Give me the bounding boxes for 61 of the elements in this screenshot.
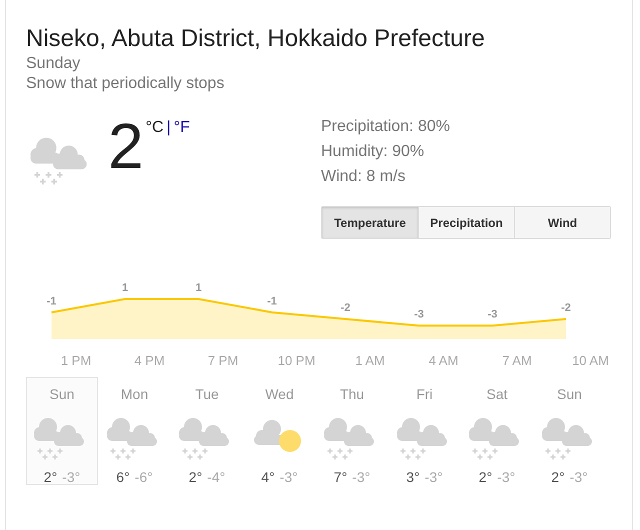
- weather-detail: Wind: 8 m/s: [321, 167, 406, 187]
- day-forecast[interactable]: Wed 4° -3°: [244, 377, 316, 485]
- day-name: Sat: [486, 385, 508, 404]
- temperature-label: 1: [122, 282, 128, 294]
- low-temperature: -4°: [207, 468, 226, 487]
- high-temperature: 7°: [334, 468, 348, 487]
- time-label: 1 PM: [60, 352, 92, 370]
- day-forecast[interactable]: Sun 2° -3°: [534, 377, 606, 485]
- low-temperature: -3°: [497, 468, 516, 487]
- low-temperature: -3°: [352, 468, 370, 487]
- unit-toggle[interactable]: °C: [146, 116, 164, 140]
- temperature-label: 1: [195, 282, 202, 294]
- low-temperature: -3°: [62, 468, 80, 487]
- temperature-value: 2: [108, 114, 144, 178]
- unit-toggle[interactable]: °F: [174, 116, 190, 140]
- day-forecast[interactable]: Tue 2° -4°: [171, 377, 243, 485]
- chart-tab[interactable]: Wind: [514, 207, 610, 238]
- high-temperature: 2°: [478, 468, 492, 487]
- high-temperature: 2°: [188, 468, 202, 487]
- day-name: Sun: [557, 385, 582, 404]
- temperature-label: -1: [267, 295, 277, 308]
- time-label: 7 AM: [502, 352, 532, 370]
- low-temperature: -3°: [570, 468, 588, 487]
- day-forecast[interactable]: Sun 2° -3°: [26, 377, 98, 485]
- temperature-label: -1: [46, 295, 56, 308]
- time-label: 10 AM: [572, 352, 609, 370]
- high-temperature: 2°: [44, 468, 58, 487]
- temperature-label: -3: [488, 308, 498, 321]
- day-name: Fri: [416, 385, 433, 404]
- time-label: 4 AM: [428, 352, 458, 370]
- day-name: Mon: [120, 385, 148, 404]
- day-name: Tue: [195, 385, 219, 404]
- high-temperature: 2°: [551, 468, 565, 487]
- day-forecast[interactable]: Sat 2° -3°: [461, 377, 533, 485]
- chart-tab[interactable]: Temperature: [322, 207, 418, 238]
- low-temperature: -3°: [280, 468, 298, 487]
- weather-detail: Precipitation: 80%: [321, 117, 451, 137]
- day-forecast[interactable]: Fri 3° -3°: [388, 377, 460, 485]
- day-name: Thu: [340, 385, 364, 404]
- temperature-label: -2: [340, 302, 350, 314]
- day-forecast[interactable]: Thu 7° -3°: [316, 377, 388, 485]
- unit-separator: |: [166, 118, 171, 138]
- high-temperature: 6°: [116, 468, 130, 487]
- time-label: 1 AM: [355, 352, 385, 370]
- day-forecast[interactable]: Mon 6° -6°: [98, 377, 170, 485]
- day-name: Sun: [50, 385, 74, 404]
- low-temperature: -6°: [134, 468, 153, 487]
- high-temperature: 3°: [406, 468, 420, 487]
- day-name: Wed: [265, 385, 294, 404]
- low-temperature: -3°: [424, 468, 443, 487]
- chart-tab[interactable]: Precipitation: [418, 207, 514, 238]
- condition-label: Snow that periodically stops: [26, 74, 226, 94]
- location-title: Niseko, Abuta District, Hokkaido Prefecture: [26, 24, 486, 54]
- weather-detail: Humidity: 90%: [321, 142, 426, 162]
- time-label: 4 PM: [134, 352, 165, 370]
- high-temperature: 4°: [261, 468, 275, 487]
- temperature-label: -2: [561, 302, 571, 314]
- day-label: Sunday: [26, 54, 82, 74]
- temperature-label: -3: [414, 308, 424, 321]
- time-label: 7 PM: [208, 352, 238, 370]
- time-label: 10 PM: [278, 352, 316, 370]
